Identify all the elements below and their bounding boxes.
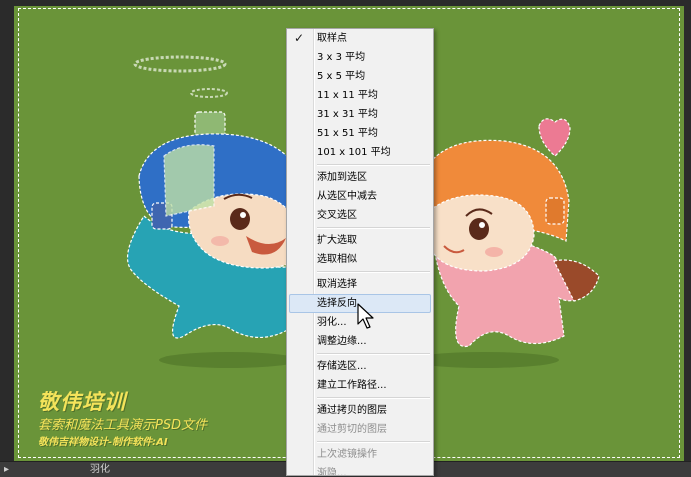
- menu-item-label: 交叉选区: [317, 210, 357, 221]
- menu-item: 通过剪切的图层: [287, 420, 433, 439]
- menu-items: ✓ 取样点 3 x 3 平均 5 x 5 平均 11 x 11 平均 31 x 31 平均…: [287, 29, 433, 476]
- blue-mascot: [126, 111, 305, 339]
- watermark-subtitle: 套索和魔法工具演示PSD文件: [38, 418, 208, 433]
- menu-item[interactable]: 添加到选区: [287, 168, 433, 187]
- context-menu: ✓ 取样点 3 x 3 平均 5 x 5 平均 11 x 11 平均 31 x 31 平均…: [286, 28, 434, 476]
- menu-item-label: 调整边缘...: [317, 336, 367, 347]
- status-nav-icon[interactable]: ▸: [4, 462, 9, 477]
- menu-item-label: 渐隐...: [317, 468, 347, 476]
- watermark-title: 敬伟培训: [38, 390, 126, 414]
- menu-item[interactable]: 通过拷贝的图层: [287, 401, 433, 420]
- menu-item[interactable]: 扩大选取: [287, 231, 433, 250]
- menu-item-label: 通过拷贝的图层: [317, 405, 387, 416]
- menu-item-label: 选取相似: [317, 254, 357, 265]
- menu-item-label: 31 x 31 平均: [317, 109, 378, 120]
- menu-item-label: 羽化...: [317, 317, 347, 328]
- menu-item-label: 存储选区...: [317, 361, 367, 372]
- menu-item[interactable]: 存储选区...: [287, 357, 433, 376]
- menu-item[interactable]: 5 x 5 平均: [287, 67, 433, 86]
- menu-item[interactable]: 建立工作路径...: [287, 376, 433, 395]
- menu-item-label: 取样点: [317, 33, 347, 44]
- menu-item: 上次滤镜操作: [287, 445, 433, 464]
- menu-item[interactable]: 选取相似: [287, 250, 433, 269]
- menu-item-label: 11 x 11 平均: [317, 90, 378, 101]
- menu-item[interactable]: 取消选择: [287, 275, 433, 294]
- menu-item: 渐隐...: [287, 464, 433, 476]
- menu-item[interactable]: 11 x 11 平均: [287, 86, 433, 105]
- menu-item[interactable]: 调整边缘...: [287, 332, 433, 351]
- menu-item[interactable]: 交叉选区: [287, 206, 433, 225]
- menu-item-label: 3 x 3 平均: [317, 52, 366, 63]
- menu-item-label: 建立工作路径...: [317, 380, 387, 391]
- menu-item[interactable]: 51 x 51 平均: [287, 124, 433, 143]
- menu-item-label: 取消选择: [317, 279, 357, 290]
- menu-item-label: 上次滤镜操作: [317, 449, 377, 460]
- status-text: 羽化: [90, 464, 110, 475]
- menu-item-label: 5 x 5 平均: [317, 71, 366, 82]
- pink-mascot: [423, 118, 600, 348]
- menu-item[interactable]: 从选区中减去: [287, 187, 433, 206]
- menu-item[interactable]: 101 x 101 平均: [287, 143, 433, 162]
- mouse-cursor-icon: [357, 303, 374, 329]
- menu-item-label: 51 x 51 平均: [317, 128, 378, 139]
- checkmark-icon: ✓: [294, 31, 305, 45]
- menu-item-label: 选择反向: [317, 298, 357, 309]
- menu-item[interactable]: ✓ 取样点: [287, 29, 433, 48]
- menu-item-label: 通过剪切的图层: [317, 424, 387, 435]
- menu-item-label: 从选区中减去: [317, 191, 377, 202]
- menu-item-label: 101 x 101 平均: [317, 147, 391, 158]
- menu-item-label: 添加到选区: [317, 172, 367, 183]
- menu-item[interactable]: 3 x 3 平均: [287, 48, 433, 67]
- menu-item-label: 扩大选取: [317, 235, 357, 246]
- menu-item[interactable]: 31 x 31 平均: [287, 105, 433, 124]
- watermark-credit: 敬伟吉祥物设计-制作软件:AI: [38, 437, 168, 448]
